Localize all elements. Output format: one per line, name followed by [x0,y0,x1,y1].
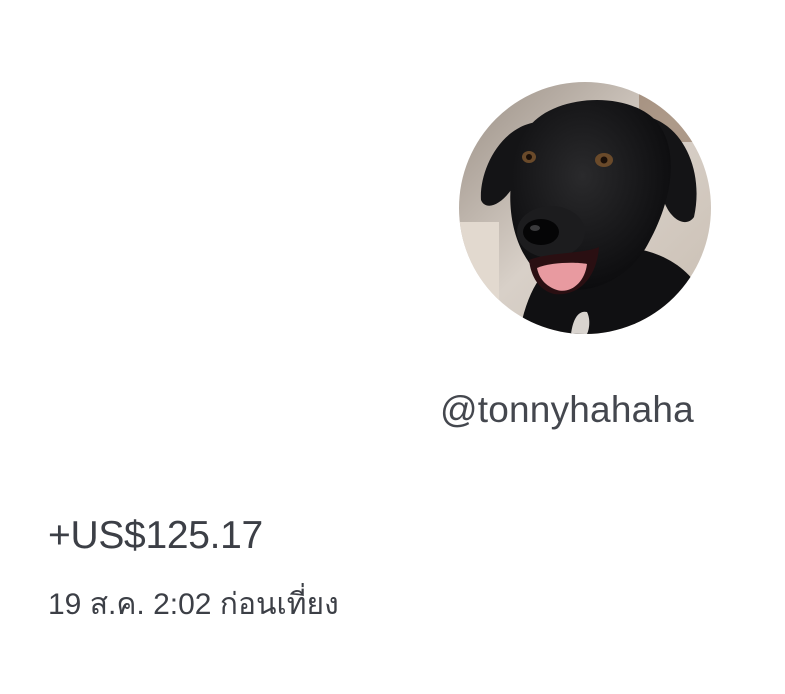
transaction-timestamp: 19 ส.ค. 2:02 ก่อนเที่ยง [48,588,339,621]
dog-avatar-icon [459,82,711,334]
transaction-amount: +US$125.17 [48,514,263,557]
profile-avatar[interactable] [459,82,711,334]
profile-handle: @tonnyhahaha [440,389,694,430]
